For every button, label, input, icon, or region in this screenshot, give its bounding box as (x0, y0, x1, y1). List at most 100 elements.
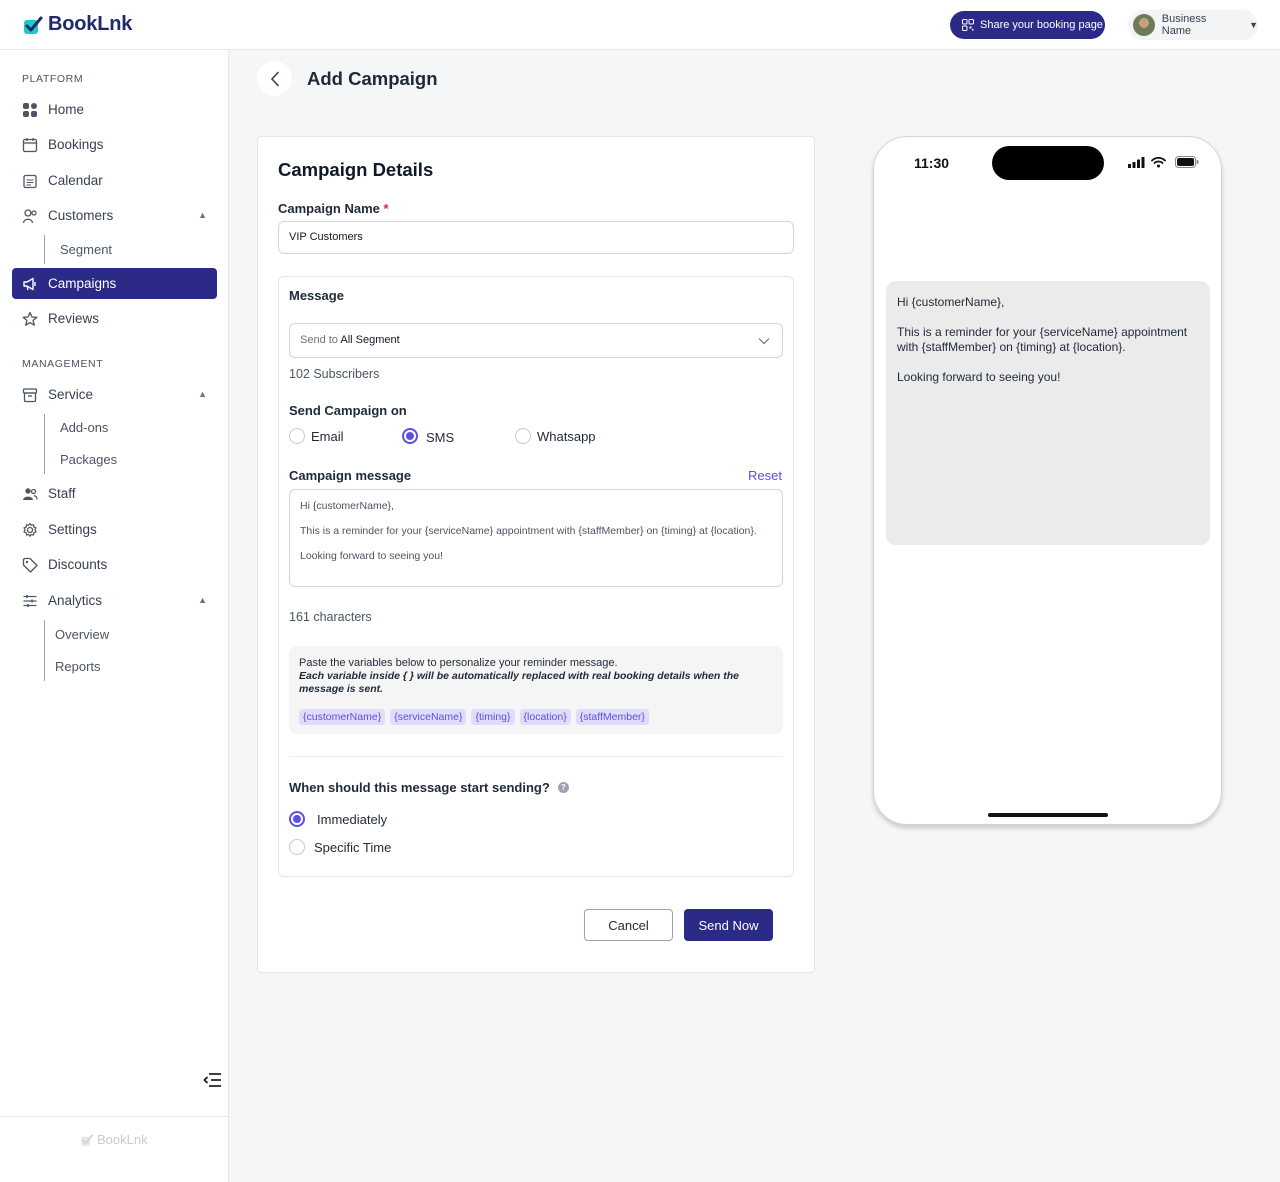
wifi-icon (1151, 156, 1166, 168)
sidebar-item-settings[interactable]: Settings (12, 514, 217, 545)
variable-tags: {customerName} {serviceName} {timing} {loca… (299, 707, 773, 725)
channel-email-radio[interactable] (289, 428, 305, 444)
divider (289, 756, 783, 757)
sidebar-item-label: Staff (48, 486, 76, 501)
send-to-value: All Segment (340, 334, 400, 346)
chevron-up-icon: ▲ (198, 389, 207, 399)
timing-immediately-radio[interactable] (289, 811, 305, 827)
business-menu[interactable]: Business Name ▼ (1128, 10, 1258, 40)
sidebar-item-segment[interactable]: Segment (60, 242, 112, 257)
variable-tag[interactable]: {location} (519, 709, 571, 725)
sidebar-section-management: MANAGEMENT (22, 358, 104, 370)
sidebar-item-campaigns[interactable]: Campaigns (12, 268, 217, 299)
variable-tag[interactable]: {timing} (471, 709, 515, 725)
sidebar-item-addons[interactable]: Add-ons (60, 420, 108, 435)
sidebar-item-label: Analytics (48, 593, 103, 608)
section-title: Campaign Details (278, 159, 434, 180)
sidebar-footer-divider (0, 1116, 228, 1117)
campaign-message-label: Campaign message (289, 468, 412, 483)
channel-label: Send Campaign on (289, 403, 407, 418)
chevron-left-icon (270, 71, 279, 86)
booklnk-logo-icon (24, 16, 43, 34)
archive-icon (22, 387, 38, 402)
sidebar-item-label: Home (48, 102, 85, 117)
character-count: 161 characters (289, 610, 372, 624)
variable-tag[interactable]: {serviceName} (390, 709, 467, 725)
avatar (1133, 14, 1155, 36)
megaphone-icon (23, 277, 36, 290)
sidebar-item-staff[interactable]: Staff (12, 478, 217, 509)
app-name: BookLnk (48, 13, 133, 35)
send-to-select[interactable]: Send to All Segment (289, 323, 783, 358)
timing-immediately-label: Immediately (317, 812, 388, 827)
customers-icon (22, 208, 37, 223)
caret-down-icon: ▼ (1249, 20, 1258, 30)
calendar-grid-icon (23, 174, 37, 188)
sidebar-item-packages[interactable]: Packages (60, 452, 117, 467)
gear-icon (23, 522, 37, 537)
business-name: Business Name (1161, 13, 1207, 37)
share-booking-page-button[interactable]: Share your booking page (950, 11, 1105, 39)
collapse-menu-icon (203, 1073, 221, 1087)
campaign-name-label-text: Campaign Name (278, 201, 380, 216)
footer-app-name: BookLnk (97, 1132, 148, 1147)
channel-sms-radio[interactable] (402, 428, 418, 444)
sidebar-item-home[interactable]: Home (12, 94, 217, 125)
chevron-down-icon (758, 338, 770, 345)
sidebar-item-customers[interactable]: Customers ▲ (12, 200, 217, 231)
timing-specific-radio[interactable] (289, 839, 305, 855)
sidebar-item-reviews[interactable]: Reviews (12, 303, 217, 334)
channel-sms-label: SMS (426, 430, 455, 445)
required-mark: * (383, 201, 389, 216)
phone-preview: 11:30 Hi {customerName}, This is a remin… (873, 136, 1222, 825)
campaign-name-label: Campaign Name * (278, 201, 389, 216)
hint-text: Paste the variables below to personalize… (299, 657, 618, 669)
chevron-up-icon: ▲ (198, 210, 207, 220)
sidebar-item-analytics[interactable]: Analytics ▲ (12, 585, 217, 616)
reset-link[interactable]: Reset (748, 468, 782, 483)
subscriber-count: 102 Subscribers (289, 367, 380, 381)
phone-clock: 11:30 (914, 155, 950, 171)
sidebar-item-label: Reviews (48, 311, 100, 326)
sidebar-item-reports[interactable]: Reports (55, 659, 101, 674)
help-icon[interactable]: ? (557, 782, 569, 793)
cancel-button[interactable]: Cancel (584, 909, 673, 941)
calendar-icon (22, 137, 38, 152)
back-button[interactable] (257, 61, 292, 96)
share-button-label: Share your booking page (980, 19, 1103, 31)
sidebar-item-discounts[interactable]: Discounts (12, 549, 217, 580)
battery-icon (1175, 156, 1199, 168)
sidebar-item-label: Calendar (48, 173, 103, 188)
star-icon (22, 311, 38, 326)
campaign-name-input[interactable]: VIP Customers (278, 221, 794, 254)
app-logo[interactable]: BookLnk (22, 13, 132, 36)
sidebar-item-calendar[interactable]: Calendar (12, 165, 217, 196)
sidebar-item-label: Settings (48, 522, 97, 537)
grid-icon (23, 102, 37, 117)
top-header: BookLnk Share your booking page Business… (0, 0, 1280, 50)
sidebar-item-label: Bookings (48, 137, 104, 152)
variables-hint-box: Paste the variables below to personalize… (289, 646, 783, 734)
timing-specific-label: Specific Time (314, 840, 392, 855)
sidebar-item-label: Customers (48, 208, 114, 223)
variable-tag[interactable]: {staffMember} (575, 709, 649, 725)
sidebar-item-overview[interactable]: Overview (55, 627, 109, 642)
send-now-button[interactable]: Send Now (684, 909, 773, 941)
sidebar-item-bookings[interactable]: Bookings (12, 129, 217, 160)
channel-email-label: Email (311, 429, 344, 444)
sidebar: PLATFORM Home Bookings Calendar Customer… (0, 50, 229, 1182)
sidebar-item-label: Campaigns (48, 276, 117, 291)
channel-whatsapp-label: Whatsapp (537, 429, 596, 444)
tag-icon (22, 557, 38, 573)
variable-tag[interactable]: {customerName} (299, 709, 386, 725)
message-title: Message (289, 288, 344, 303)
sidebar-item-label: Discounts (48, 557, 108, 572)
campaign-message-textarea[interactable]: Hi {customerName}, This is a reminder fo… (289, 489, 783, 587)
signal-icon (1128, 157, 1145, 168)
hint-text-italic: Each variable inside { } will be automat… (299, 670, 739, 695)
qr-icon (962, 19, 974, 31)
channel-whatsapp-radio[interactable] (515, 428, 531, 444)
users-icon (23, 487, 38, 500)
collapse-sidebar-button[interactable] (203, 1072, 222, 1093)
sidebar-item-service[interactable]: Service ▲ (12, 379, 217, 410)
